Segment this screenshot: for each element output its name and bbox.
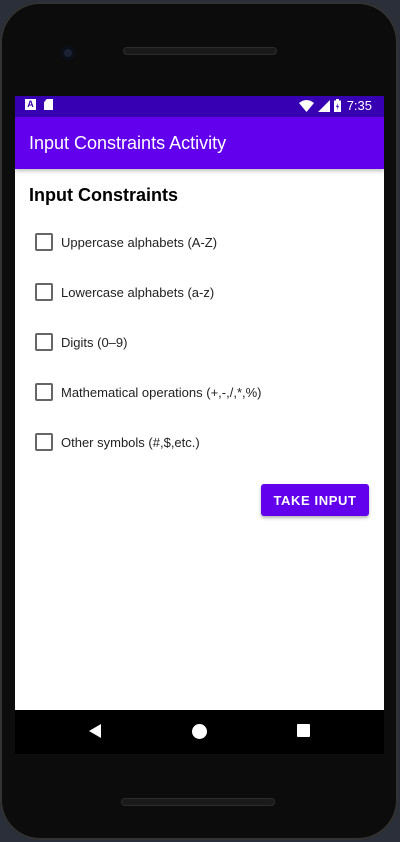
checkbox-digits[interactable]: Digits (0–9) bbox=[35, 333, 127, 351]
take-input-button[interactable]: TAKE INPUT bbox=[261, 484, 369, 516]
home-icon[interactable] bbox=[192, 724, 207, 739]
status-time: 7:35 bbox=[346, 98, 372, 113]
status-bar: A 7:35 bbox=[15, 96, 384, 117]
checkbox-label: Lowercase alphabets (a-z) bbox=[61, 284, 215, 300]
checkbox-label: Mathematical operations (+,-,/,*,%) bbox=[61, 384, 262, 400]
checkbox-label: Other symbols (#,$,etc.) bbox=[61, 434, 200, 450]
checkbox-label: Uppercase alphabets (A-Z) bbox=[61, 234, 218, 250]
checkbox-math-operations[interactable]: Mathematical operations (+,-,/,*,%) bbox=[35, 383, 262, 401]
app-bar: Input Constraints Activity bbox=[15, 117, 384, 169]
checkbox-box[interactable] bbox=[35, 433, 53, 451]
checkbox-lowercase[interactable]: Lowercase alphabets (a-z) bbox=[35, 283, 214, 301]
checkbox-box[interactable] bbox=[35, 383, 53, 401]
signal-icon bbox=[317, 99, 330, 112]
device-frame: A 7:35 Input Constraints Activity Input … bbox=[0, 2, 398, 840]
navigation-bar bbox=[15, 710, 384, 754]
checkbox-box[interactable] bbox=[35, 233, 53, 251]
status-bar-right: 7:35 bbox=[298, 98, 372, 113]
top-speaker bbox=[123, 47, 277, 55]
recents-icon[interactable] bbox=[297, 724, 310, 737]
checkbox-label: Digits (0–9) bbox=[61, 334, 128, 350]
app-bar-title: Input Constraints Activity bbox=[29, 133, 227, 153]
checkbox-other-symbols[interactable]: Other symbols (#,$,etc.) bbox=[35, 433, 200, 451]
page-heading: Input Constraints bbox=[29, 185, 178, 205]
bottom-speaker bbox=[121, 798, 275, 806]
back-icon[interactable] bbox=[89, 724, 101, 738]
checkbox-box[interactable] bbox=[35, 283, 53, 301]
screen: A 7:35 Input Constraints Activity Input … bbox=[15, 96, 384, 710]
wifi-icon bbox=[298, 99, 314, 112]
sd-card-icon bbox=[44, 99, 53, 110]
status-bar-left: A bbox=[25, 99, 53, 110]
checkbox-uppercase[interactable]: Uppercase alphabets (A-Z) bbox=[35, 233, 217, 251]
a-notification-icon: A bbox=[25, 99, 36, 110]
checkbox-box[interactable] bbox=[35, 333, 53, 351]
battery-icon bbox=[333, 99, 341, 112]
camera-icon bbox=[61, 46, 75, 60]
